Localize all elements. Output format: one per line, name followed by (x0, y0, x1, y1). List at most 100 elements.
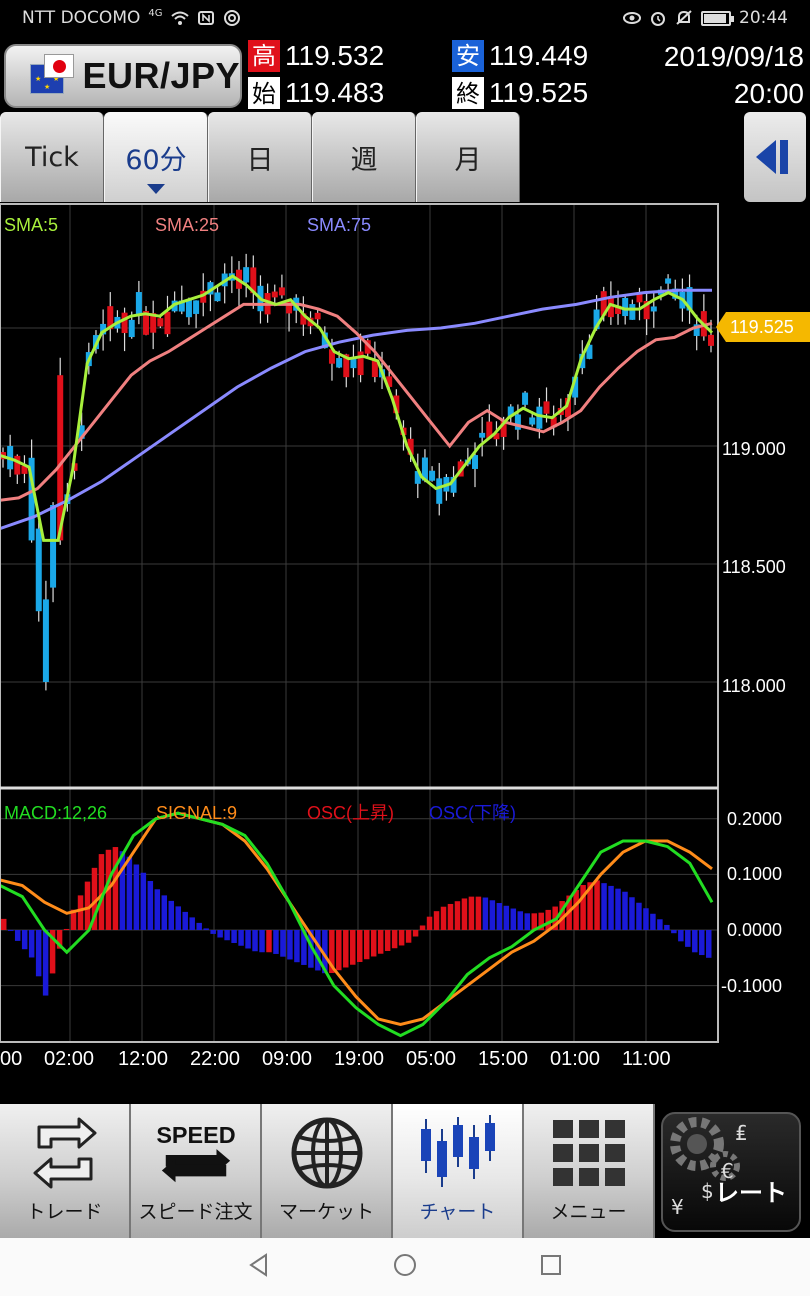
high-quote: 高 119.532 (248, 40, 384, 72)
macd-histogram-bar (245, 930, 251, 949)
tab-day[interactable]: 日 (208, 112, 312, 202)
candle-body (121, 312, 128, 334)
tab-week-label: 週 (350, 144, 378, 176)
macd-tick-label: 0.0000 (727, 920, 782, 940)
macd-histogram-bar (573, 890, 579, 930)
status-time: 20:44 (739, 8, 788, 28)
back-icon[interactable] (246, 1252, 272, 1282)
nav-market-label: マーケット (278, 1201, 374, 1223)
macd-histogram-bar (594, 880, 600, 930)
trade-arrows-icon (25, 1115, 105, 1191)
nav-trade-button[interactable]: トレード (0, 1104, 131, 1238)
macd-histogram-bar (482, 897, 489, 930)
tab-month[interactable]: 月 (416, 112, 520, 202)
candle-body (429, 470, 436, 481)
macd-histogram-bar (370, 930, 377, 957)
macd-tick-label: 0.1000 (727, 864, 782, 884)
nav-rate-button[interactable]: ₤ € ¥ $ レート (655, 1104, 805, 1238)
macd-histogram-bar (629, 897, 635, 930)
macd-histogram-bar (398, 930, 405, 946)
collapse-panel-button[interactable] (744, 112, 806, 202)
macd-histogram-bar (440, 906, 447, 930)
nfc-icon (197, 10, 215, 26)
low-badge: 安 (452, 40, 484, 72)
tab-60min-label: 60分 (125, 144, 187, 176)
network-type: 4G (148, 7, 163, 19)
nav-trade-label: トレード (26, 1201, 103, 1223)
time-tick-label: 02:00 (44, 1048, 94, 1070)
macd-histogram-bar (433, 911, 440, 930)
macd-histogram-bar (231, 930, 237, 943)
high-badge: 高 (248, 40, 280, 72)
macd-histogram-bar (510, 908, 517, 930)
macd-histogram-bar (21, 930, 28, 950)
recents-icon[interactable] (538, 1252, 564, 1282)
globe-icon (287, 1115, 367, 1191)
svg-text:$: $ (701, 1179, 714, 1203)
nav-rate-label: レート (715, 1179, 787, 1207)
macd-histogram-bar (357, 930, 363, 962)
macd-histogram-bar (119, 851, 126, 930)
candle-body (157, 318, 164, 327)
macd-histogram-bar (182, 911, 188, 930)
currency-pair-label: EUR/JPY (82, 55, 240, 96)
battery-icon (701, 10, 734, 26)
time-tick-label: 19:00 (334, 1048, 384, 1070)
macd-histogram-bar (343, 930, 349, 968)
candle-body (271, 291, 278, 298)
candle-body (35, 528, 42, 612)
quote-date: 2019/09/18 (663, 41, 804, 72)
macd-histogram-bar (112, 847, 119, 930)
mute-icon (675, 10, 693, 26)
macd-histogram-bar (447, 903, 454, 930)
sma5-legend: SMA:5 (4, 215, 58, 235)
time-tick-label: 00 (0, 1048, 22, 1070)
chart-canvas[interactable]: SMA:5 SMA:25 SMA:75 119.000 118.500 118.… (0, 202, 810, 1102)
tab-60min[interactable]: 60分 (104, 112, 208, 202)
candle-body (243, 267, 250, 283)
price-chart[interactable]: SMA:5 SMA:25 SMA:75 119.000 118.500 118.… (0, 202, 810, 1102)
low-quote: 安 119.449 (452, 40, 588, 72)
macd-histogram-bar (280, 930, 286, 957)
home-icon[interactable] (392, 1252, 418, 1282)
macd-histogram-bar (524, 913, 531, 930)
macd-histogram-bar (545, 909, 551, 930)
wifi-icon (170, 10, 189, 26)
speed-icon: SPEED (156, 1115, 236, 1191)
tab-tick-label: Tick (25, 141, 79, 173)
tab-tick[interactable]: Tick (0, 112, 104, 202)
nav-menu-button[interactable]: メニュー (524, 1104, 655, 1238)
osc-down-legend: OSC(下降) (429, 803, 516, 823)
candle-body (214, 292, 221, 302)
candle-body (50, 505, 57, 588)
candle-body (14, 455, 21, 475)
macd-histogram-bar (706, 930, 712, 958)
macd-histogram-bar (503, 905, 510, 930)
nav-speed-order-button[interactable]: SPEED スピード注文 (131, 1104, 262, 1238)
selected-caret-icon (147, 184, 165, 194)
currency-pair-button[interactable]: ★★★★ EUR/JPY (4, 44, 242, 108)
time-tick-label: 12:00 (118, 1048, 168, 1070)
macd-histogram-bar (391, 930, 398, 949)
nav-market-button[interactable]: マーケット (262, 1104, 393, 1238)
candle-body (472, 455, 478, 469)
macd-histogram-bar (657, 919, 663, 930)
eur-jpy-flag-icon: ★★★★ (30, 54, 74, 98)
candle-body (436, 478, 443, 504)
candle-body (650, 306, 657, 312)
tab-week[interactable]: 週 (312, 112, 416, 202)
tab-month-label: 月 (454, 144, 482, 176)
candle-body (522, 392, 529, 405)
carrier-name: NTT DOCOMO (22, 8, 141, 28)
nav-chart-button[interactable]: チャート (393, 1104, 524, 1238)
macd-histogram-bar (224, 930, 230, 941)
macd-histogram-bar (259, 930, 265, 953)
macd-tick-label: 0.2000 (727, 809, 782, 829)
candle-body (193, 300, 200, 314)
macd-histogram-bar (154, 889, 161, 930)
time-tick-label: 09:00 (262, 1048, 312, 1070)
candlestick-icon (418, 1115, 498, 1191)
candle-body (529, 417, 536, 425)
time-tick-label: 22:00 (190, 1048, 240, 1070)
svg-text:¥: ¥ (671, 1195, 684, 1219)
